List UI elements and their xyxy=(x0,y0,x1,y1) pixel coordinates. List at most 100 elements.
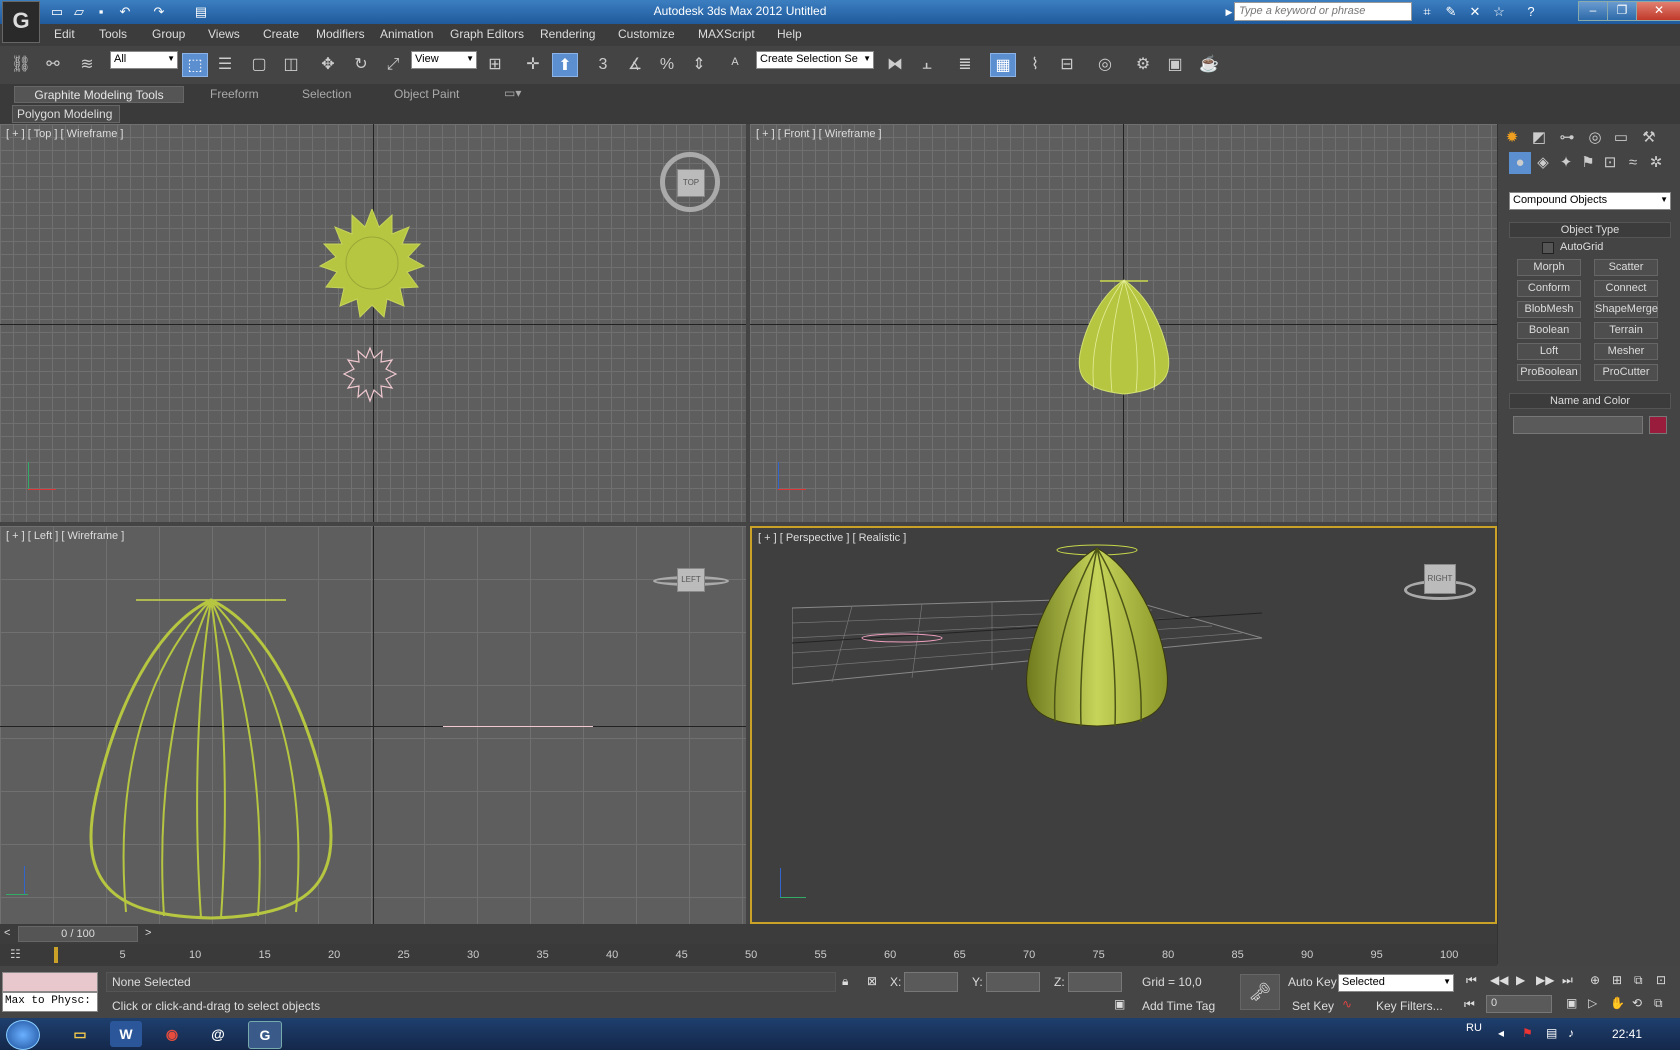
boolean-button[interactable]: Boolean xyxy=(1517,322,1581,339)
autogrid-checkbox[interactable] xyxy=(1542,242,1554,254)
maxscript-mini-listener[interactable]: Max to Physc: xyxy=(2,992,98,1012)
time-config-icon[interactable]: ▣ xyxy=(1566,996,1577,1010)
tab-freeform[interactable]: Freeform xyxy=(210,87,259,101)
edit-named-selection-icon[interactable]: ᴬ xyxy=(722,53,748,77)
key-filters-button[interactable]: Key Filters... xyxy=(1376,999,1443,1013)
z-coord-field[interactable] xyxy=(1068,972,1122,992)
tab-graphite-modeling-tools[interactable]: Graphite Modeling Tools xyxy=(14,86,184,103)
curve-editor-icon[interactable]: ⌇ xyxy=(1022,53,1048,77)
zoom-extents-icon[interactable]: ⧉ xyxy=(1634,973,1643,988)
current-frame-field[interactable]: 0 xyxy=(1486,995,1552,1013)
menu-animation[interactable]: Animation xyxy=(380,27,433,41)
menu-rendering[interactable]: Rendering xyxy=(540,27,595,41)
next-frame-icon[interactable]: ▶▶ xyxy=(1536,973,1554,987)
object-color-swatch[interactable] xyxy=(1649,416,1667,434)
goto-end-icon[interactable]: ⏭ xyxy=(1562,973,1573,988)
polygon-modeling-button[interactable]: Polygon Modeling xyxy=(12,105,120,123)
name-and-color-rollout[interactable]: Name and Color xyxy=(1509,393,1671,409)
layer-manager-icon[interactable]: ≣ xyxy=(952,53,978,77)
chrome-taskbar-icon[interactable]: ◉ xyxy=(156,1021,188,1047)
time-tag-icon[interactable]: ▣ xyxy=(1114,997,1125,1011)
viewcube-top[interactable]: TOP xyxy=(677,169,705,197)
named-selection-dropdown[interactable]: Create Selection Se xyxy=(756,51,874,69)
cameras-icon[interactable]: ⚑ xyxy=(1577,152,1599,174)
loft-path-line[interactable] xyxy=(443,726,593,727)
star-outline-top[interactable] xyxy=(340,346,400,406)
maxscript-listener-pink[interactable] xyxy=(2,972,98,992)
menu-modifiers[interactable]: Modifiers xyxy=(316,27,365,41)
mail-taskbar-icon[interactable]: @ xyxy=(202,1021,234,1047)
orbit-icon[interactable]: ⟲ xyxy=(1632,996,1642,1010)
menu-customize[interactable]: Customize xyxy=(618,27,675,41)
time-slider-next-icon[interactable]: > xyxy=(145,927,151,939)
app-menu-button[interactable]: G xyxy=(2,1,40,43)
select-by-name-icon[interactable]: ☰ xyxy=(212,53,238,77)
x-coord-field[interactable] xyxy=(904,972,958,992)
systems-icon[interactable]: ✲ xyxy=(1645,152,1667,174)
3dsmax-taskbar-icon[interactable]: G xyxy=(248,1021,282,1049)
viewport-left[interactable]: [ + ] [ Left ] [ Wireframe ] LEFT xyxy=(0,526,746,924)
pivot-center-icon[interactable]: ⊞ xyxy=(482,53,508,77)
conform-button[interactable]: Conform xyxy=(1517,280,1581,297)
helpers-icon[interactable]: ⊡ xyxy=(1599,152,1621,174)
key-mode-dropdown[interactable]: Selected xyxy=(1338,974,1454,992)
start-button[interactable] xyxy=(6,1020,40,1050)
viewport-front-label[interactable]: [ + ] [ Front ] [ Wireframe ] xyxy=(756,128,882,140)
shapemerge-button[interactable]: ShapeMerge xyxy=(1594,301,1658,318)
viewcube-left[interactable]: LEFT xyxy=(677,568,705,592)
menu-group[interactable]: Group xyxy=(152,27,185,41)
time-slider-frame[interactable]: 0 / 100 xyxy=(18,926,138,942)
menu-edit[interactable]: Edit xyxy=(54,27,75,41)
rectangular-selection-icon[interactable]: ▢ xyxy=(246,53,272,77)
rendered-frame-icon[interactable]: ▣ xyxy=(1162,53,1188,77)
percent-snap-icon[interactable]: % xyxy=(654,53,680,77)
menu-tools[interactable]: Tools xyxy=(99,27,127,41)
minimize-button[interactable]: – xyxy=(1578,1,1608,21)
network-icon[interactable]: ▤ xyxy=(1546,1026,1557,1040)
mesher-button[interactable]: Mesher xyxy=(1594,343,1658,360)
blobmesh-button[interactable]: BlobMesh xyxy=(1517,301,1581,318)
language-indicator[interactable]: RU xyxy=(1466,1022,1482,1034)
favorites-star-icon[interactable]: ☆ xyxy=(1490,3,1508,21)
auto-key-button[interactable]: Auto Key xyxy=(1288,975,1337,989)
lock-selection-icon[interactable]: 🔒︎ xyxy=(842,974,848,989)
viewport-front[interactable]: [ + ] [ Front ] [ Wireframe ] xyxy=(750,124,1497,522)
snap-toggle-icon[interactable]: 3 xyxy=(590,53,616,77)
render-production-icon[interactable]: ☕ xyxy=(1196,53,1222,77)
geometry-icon[interactable]: ● xyxy=(1509,152,1531,174)
create-tab-icon[interactable]: ✹ xyxy=(1501,127,1523,149)
terrain-button[interactable]: Terrain xyxy=(1594,322,1658,339)
object-name-field[interactable] xyxy=(1513,416,1643,434)
explorer-taskbar-icon[interactable]: ▭ xyxy=(64,1021,96,1047)
redo-icon[interactable]: ↷ xyxy=(150,3,168,21)
unlink-icon[interactable]: ⚯ xyxy=(40,53,66,77)
star-shape-top[interactable] xyxy=(310,209,430,329)
set-key-button[interactable]: Set Key xyxy=(1292,999,1334,1013)
menu-help[interactable]: Help xyxy=(777,27,802,41)
link-icon[interactable]: ⛓ xyxy=(8,53,34,77)
space-warps-icon[interactable]: ≈ xyxy=(1622,152,1644,174)
zoom-all-icon[interactable]: ⊞ xyxy=(1612,973,1622,987)
graphite-toggle-icon[interactable]: ▦ xyxy=(990,53,1016,77)
object-type-rollout[interactable]: Object Type xyxy=(1509,222,1671,238)
menu-maxscript[interactable]: MAXScript xyxy=(698,27,755,41)
volume-icon[interactable]: ♪ xyxy=(1568,1026,1574,1040)
word-taskbar-icon[interactable]: W xyxy=(110,1021,142,1047)
goto-start-icon[interactable]: ⏮ xyxy=(1466,973,1477,988)
zoom-icon[interactable]: ⊕ xyxy=(1590,973,1600,987)
keyboard-shortcut-override-icon[interactable]: ⬆ xyxy=(552,53,578,77)
play-icon[interactable]: ▶ xyxy=(1516,973,1525,987)
close-button[interactable]: ✕ xyxy=(1636,1,1680,21)
modify-tab-icon[interactable]: ◩ xyxy=(1528,127,1550,149)
scale-icon[interactable]: ⤢ xyxy=(380,53,406,77)
proboolean-button[interactable]: ProBoolean xyxy=(1517,364,1581,381)
rotate-icon[interactable]: ↻ xyxy=(348,53,374,77)
loft-object-front[interactable] xyxy=(1068,274,1180,400)
menu-graph-editors[interactable]: Graph Editors xyxy=(450,27,524,41)
new-file-icon[interactable]: ▭ xyxy=(48,3,66,21)
procutter-button[interactable]: ProCutter xyxy=(1594,364,1658,381)
save-icon[interactable]: ▪ xyxy=(92,3,110,21)
action-center-icon[interactable]: ⚑ xyxy=(1522,1026,1533,1040)
pan-icon[interactable]: ✋ xyxy=(1610,996,1625,1010)
viewport-perspective-label[interactable]: [ + ] [ Perspective ] [ Realistic ] xyxy=(758,532,906,544)
